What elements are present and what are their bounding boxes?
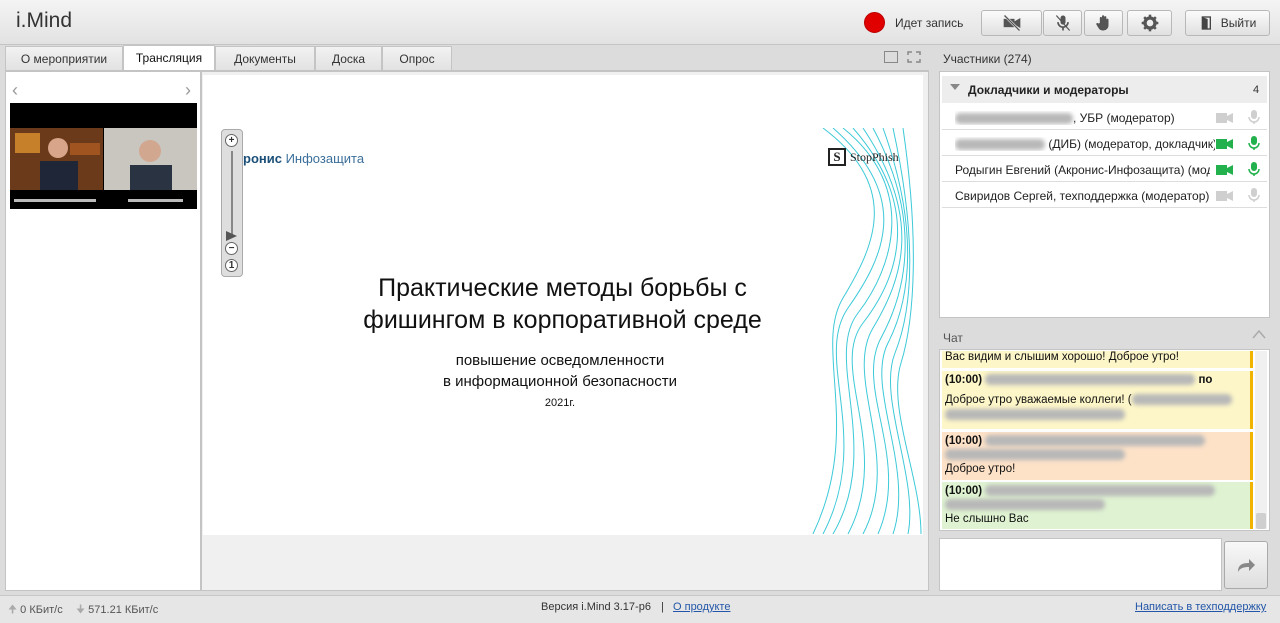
chat-message-time: (10:00) <box>945 374 983 386</box>
chat-message: (10:00) по Доброе утро уважаемые коллеги… <box>942 371 1253 429</box>
tab-about-event[interactable]: О мероприятии <box>5 46 123 70</box>
chat-message: Вас видим и слышим хорошо! Доброе утро! <box>942 351 1253 368</box>
camera-icon <box>1216 191 1233 201</box>
next-video-icon[interactable]: › <box>185 80 191 101</box>
group-count: 4 <box>1253 84 1260 96</box>
stopphish-mark: S <box>828 148 846 166</box>
gear-icon <box>1141 14 1158 32</box>
upload-speed-value: 0 КБит/с <box>20 604 63 616</box>
tab-board[interactable]: Доска <box>315 46 382 70</box>
upload-arrow-icon: 🠉 <box>8 604 18 616</box>
redacted-author <box>985 485 1216 497</box>
zoom-in-icon[interactable]: + <box>225 134 238 147</box>
chat-message: (10:00) Не слышно Вас <box>942 482 1253 529</box>
chat-message-text: Доброе утро! <box>945 463 1016 475</box>
camera-icon <box>1216 113 1233 123</box>
download-arrow-icon: 🠋 <box>76 604 86 616</box>
logo-light-text: Инфозащита <box>281 151 365 166</box>
chat-message-text: Доброе утро уважаемые коллеги! ( <box>945 394 1132 406</box>
redacted-text <box>945 449 1125 461</box>
chat-message-suffix: по <box>1198 374 1213 386</box>
support-link[interactable]: Написать в техподдержку <box>1135 601 1266 613</box>
video-feed-image <box>10 128 197 202</box>
slide-title: Практические методы борьбы с фишингом в … <box>300 272 825 336</box>
exit-door-icon <box>1201 16 1211 30</box>
redacted-author <box>985 374 1196 386</box>
stopphish-logo: S StopPhish <box>828 148 899 166</box>
logo-bold-text: ронис <box>243 151 282 166</box>
camera-toggle-button[interactable] <box>981 10 1042 36</box>
microphone-icon <box>1248 188 1260 202</box>
tab-documents[interactable]: Документы <box>215 46 315 70</box>
camera-icon <box>1216 139 1233 149</box>
redacted-text <box>945 499 1105 511</box>
participant-name: , УБР (модератор) <box>955 111 1210 125</box>
microphone-off-icon <box>1055 15 1070 31</box>
send-button[interactable] <box>1224 541 1268 589</box>
download-speed: 🠋 571.21 КБит/с <box>76 601 158 620</box>
microphone-icon <box>1248 162 1260 176</box>
zoom-reset-icon[interactable]: 1 <box>225 259 238 272</box>
about-product-link[interactable]: О продукте <box>673 601 730 613</box>
participant-label: (ДИБ) (модератор, докладчик) <box>1045 137 1215 151</box>
window-mode-icon[interactable] <box>884 51 898 63</box>
zoom-track[interactable] <box>231 151 233 236</box>
footer-separator: | <box>661 601 664 613</box>
redacted-name <box>955 139 1045 151</box>
redacted-text <box>945 409 1125 421</box>
upload-speed: 🠉 0 КБит/с <box>8 601 63 620</box>
fullscreen-icon[interactable] <box>907 51 921 63</box>
send-arrow-icon <box>1238 559 1255 572</box>
redacted-text <box>1131 394 1232 406</box>
slide-title-line-1: Практические методы борьбы с <box>378 274 747 302</box>
speaker-video[interactable] <box>10 103 197 209</box>
chat-message: (10:00) Доброе утро! <box>942 432 1253 480</box>
tab-poll[interactable]: Опрос <box>382 46 452 70</box>
chat-scrollbar-thumb[interactable] <box>1256 513 1266 529</box>
zoom-out-icon[interactable]: − <box>225 242 238 255</box>
chat-message-input[interactable] <box>939 538 1222 591</box>
chat-title: Чат <box>943 331 963 345</box>
microphone-toggle-button[interactable] <box>1043 10 1082 36</box>
microphone-icon <box>1248 136 1260 150</box>
tab-broadcast[interactable]: Трансляция <box>123 45 215 70</box>
zoom-handle-icon[interactable] <box>226 231 237 241</box>
slide-company-logo: ронис Инфозащита <box>243 151 364 166</box>
exit-button[interactable]: Выйти <box>1185 10 1270 36</box>
chat-scrollbar[interactable] <box>1255 351 1267 529</box>
redacted-author <box>985 435 1206 447</box>
app-logo: i.Mind <box>16 9 73 32</box>
group-label: Докладчики и модераторы <box>968 83 1129 97</box>
recording-label: Идет запись <box>895 16 964 30</box>
raise-hand-button[interactable] <box>1084 10 1123 36</box>
chat-message-time: (10:00) <box>945 485 983 497</box>
participant-label: , УБР (модератор) <box>1073 111 1175 125</box>
exit-label: Выйти <box>1220 16 1257 30</box>
slide-year: 2021г. <box>544 397 576 409</box>
slide-subtitle: повышение осведомленности в информационн… <box>330 350 790 392</box>
microphone-icon <box>1248 110 1260 124</box>
slide-subtitle-line-2: в информационной безопасности <box>442 373 678 390</box>
stopphish-text: StopPhish <box>850 149 899 164</box>
version-label: Версия i.Mind 3.17-р6 <box>541 601 651 613</box>
download-speed-value: 571.21 КБит/с <box>88 604 159 616</box>
collapse-arrow-icon[interactable] <box>950 84 960 90</box>
participants-title: Участники (274) <box>943 52 1032 66</box>
hand-icon <box>1095 15 1108 31</box>
settings-button[interactable] <box>1127 10 1172 36</box>
camera-icon <box>1216 165 1233 175</box>
recording-indicator-icon <box>864 12 885 33</box>
participant-name: Родыгин Евгений (Акронис-Инфозащита) (мо… <box>955 163 1210 177</box>
chevron-up-icon[interactable] <box>1251 328 1267 340</box>
slide-subtitle-line-1: повышение осведомленности <box>455 352 665 369</box>
camera-off-icon <box>1003 14 1020 32</box>
participant-name: Свиридов Сергей, техподдержка (модератор… <box>955 189 1210 203</box>
previous-video-icon[interactable]: ‹ <box>12 80 18 101</box>
chat-message-text: Вас видим и слышим хорошо! Доброе утро! <box>945 351 1179 363</box>
chat-message-time: (10:00) <box>945 435 983 447</box>
chat-message-text: Не слышно Вас <box>945 513 1029 525</box>
slide-title-line-2: фишингом в корпоративной среде <box>363 306 762 334</box>
participant-name: (ДИБ) (модератор, докладчик) <box>955 137 1215 151</box>
redacted-name <box>955 113 1073 125</box>
